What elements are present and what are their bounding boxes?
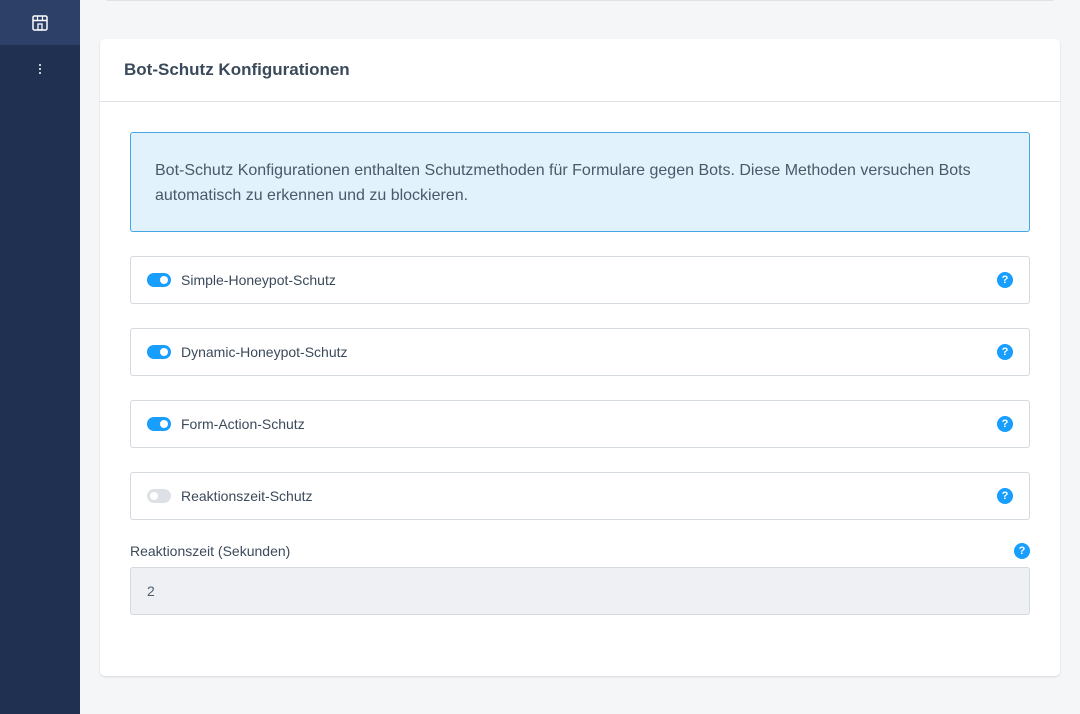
option-form-action: Form-Action-Schutz ? bbox=[130, 400, 1030, 448]
option-simple-honeypot: Simple-Honeypot-Schutz ? bbox=[130, 256, 1030, 304]
option-label: Simple-Honeypot-Schutz bbox=[181, 272, 336, 288]
card-header: Bot-Schutz Konfigurationen bbox=[100, 39, 1060, 102]
option-reaction-time: Reaktionszeit-Schutz ? bbox=[130, 472, 1030, 520]
sidebar-item-sales-channel[interactable] bbox=[0, 0, 80, 45]
option-label: Reaktionszeit-Schutz bbox=[181, 488, 313, 504]
card-title: Bot-Schutz Konfigurationen bbox=[124, 60, 350, 79]
toggle-switch[interactable] bbox=[147, 417, 171, 431]
more-vertical-icon bbox=[39, 64, 41, 74]
info-alert: Bot-Schutz Konfigurationen enthalten Sch… bbox=[130, 132, 1030, 232]
reaction-time-label: Reaktionszeit (Sekunden) bbox=[130, 543, 291, 559]
toggle-switch[interactable] bbox=[147, 489, 171, 503]
help-icon[interactable]: ? bbox=[997, 488, 1013, 504]
help-icon[interactable]: ? bbox=[997, 272, 1013, 288]
sidebar bbox=[0, 0, 80, 714]
sidebar-more-button[interactable] bbox=[0, 45, 80, 93]
option-label: Dynamic-Honeypot-Schutz bbox=[181, 344, 348, 360]
help-icon[interactable]: ? bbox=[997, 344, 1013, 360]
reaction-time-field-row: Reaktionszeit (Sekunden) ? bbox=[130, 541, 1030, 561]
bot-protection-card: Bot-Schutz Konfigurationen Bot-Schutz Ko… bbox=[100, 39, 1060, 676]
help-icon[interactable]: ? bbox=[1014, 543, 1030, 559]
option-dynamic-honeypot: Dynamic-Honeypot-Schutz ? bbox=[130, 328, 1030, 376]
reaction-time-input[interactable]: 2 bbox=[130, 567, 1030, 615]
toggle-switch[interactable] bbox=[147, 345, 171, 359]
option-label: Form-Action-Schutz bbox=[181, 416, 305, 432]
card-body: Bot-Schutz Konfigurationen enthalten Sch… bbox=[100, 102, 1060, 615]
previous-card bbox=[104, 0, 1056, 1]
help-icon[interactable]: ? bbox=[997, 416, 1013, 432]
toggle-switch[interactable] bbox=[147, 273, 171, 287]
storefront-icon bbox=[32, 14, 48, 31]
